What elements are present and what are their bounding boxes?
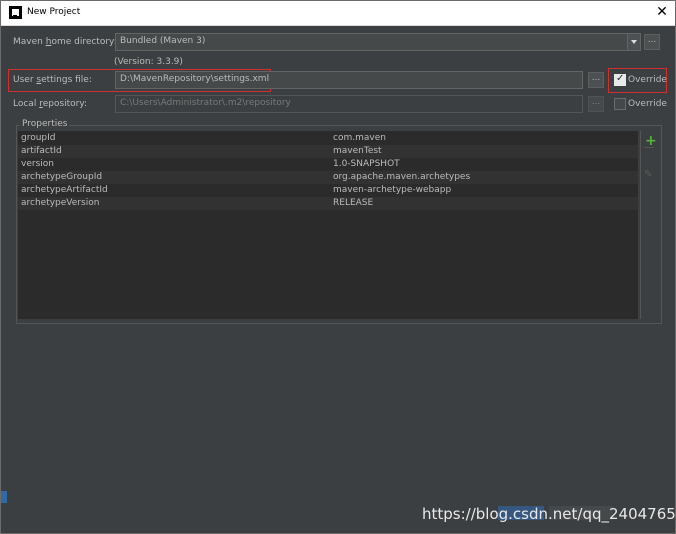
user-settings-label: User settings file: (13, 75, 92, 85)
maven-home-select[interactable]: Bundled (Maven 3) (115, 33, 641, 51)
local-repo-label-post: epository: (42, 99, 88, 109)
maven-home-label-post: ome directory: (51, 37, 117, 47)
maven-home-browse-button[interactable]: ... (644, 34, 660, 50)
properties-table[interactable]: groupId com.maven artifactId mavenTest v… (18, 131, 638, 319)
edit-icon[interactable]: ✎ (644, 169, 652, 180)
maven-home-label-pre: Maven (13, 37, 46, 47)
property-key: version (21, 159, 54, 169)
watermark: https://blog.csdn.net/qq_24047659 (422, 505, 676, 523)
chevron-down-icon[interactable] (627, 34, 640, 50)
property-value: org.apache.maven.archetypes (333, 172, 471, 182)
local-repo-label-pre: Local (13, 99, 40, 109)
local-repo-browse-button[interactable]: ... (588, 96, 604, 112)
property-value: RELEASE (333, 198, 374, 208)
property-value: 1.0-SNAPSHOT (333, 159, 400, 169)
local-repo-field: C:\Users\Administrator\.m2\repository (115, 95, 583, 113)
local-repo-label: Local repository: (13, 99, 87, 109)
user-settings-browse-button[interactable]: ... (588, 72, 604, 88)
table-row[interactable]: artifactId mavenTest (18, 145, 638, 158)
local-repo-override-label: Override (628, 99, 667, 109)
maven-version-text: (Version: 3.3.9) (114, 57, 183, 67)
property-value: mavenTest (333, 146, 382, 156)
title-bar: New Project ✕ (1, 1, 675, 26)
user-settings-label-post: ettings file: (41, 75, 92, 85)
remove-icon[interactable] (644, 147, 654, 148)
table-row[interactable]: archetypeVersion RELEASE (18, 197, 638, 210)
background-editor-strip (1, 491, 7, 503)
close-icon[interactable]: ✕ (653, 3, 671, 21)
maven-home-label: Maven home directory: (13, 37, 117, 47)
new-project-dialog: New Project ✕ Maven home directory: Bund… (0, 0, 676, 534)
user-settings-label-pre: User (13, 75, 37, 85)
user-settings-file-value: D:\MavenRepository\settings.xml (120, 74, 270, 84)
property-key: archetypeVersion (21, 198, 100, 208)
intellij-app-icon (9, 6, 22, 19)
maven-home-value: Bundled (Maven 3) (120, 36, 206, 46)
local-repo-value: C:\Users\Administrator\.m2\repository (120, 98, 291, 108)
properties-title: Properties (20, 119, 70, 129)
table-row[interactable]: version 1.0-SNAPSHOT (18, 158, 638, 171)
property-key: archetypeGroupId (21, 172, 103, 182)
property-key: artifactId (21, 146, 62, 156)
property-value: maven-archetype-webapp (333, 185, 452, 195)
user-settings-override-checkbox[interactable] (614, 73, 626, 86)
property-value: com.maven (333, 133, 386, 143)
table-row[interactable]: archetypeGroupId org.apache.maven.archet… (18, 171, 638, 184)
local-repo-override-checkbox[interactable] (614, 98, 626, 110)
user-settings-file-field[interactable]: D:\MavenRepository\settings.xml (115, 71, 583, 89)
window-title: New Project (27, 7, 81, 17)
table-row[interactable]: archetypeArtifactId maven-archetype-weba… (18, 184, 638, 197)
user-settings-override-label: Override (628, 75, 667, 85)
table-row[interactable]: groupId com.maven (18, 132, 638, 145)
property-key: groupId (21, 133, 56, 143)
properties-toolbar (640, 131, 661, 319)
property-key: archetypeArtifactId (21, 185, 108, 195)
